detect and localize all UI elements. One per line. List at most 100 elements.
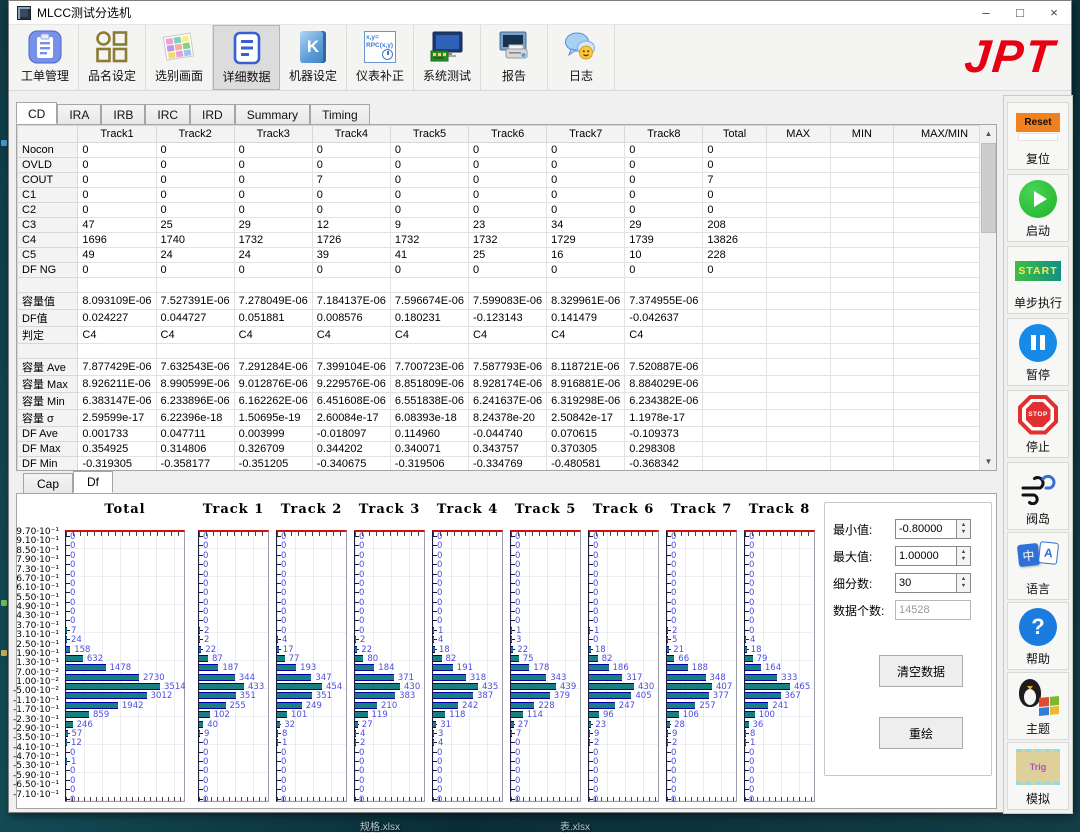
- bar: [277, 730, 278, 737]
- table-row: DF Min-0.319305-0.358177-0.351205-0.3406…: [18, 457, 996, 472]
- cell: 0: [78, 143, 156, 158]
- cell: [703, 457, 766, 472]
- tab-cap[interactable]: Cap: [23, 473, 73, 493]
- toolbar-button-log[interactable]: 日志: [548, 25, 615, 90]
- toolbar-button-report[interactable]: 报告: [481, 25, 548, 90]
- toolbar-button-detail-data[interactable]: 详细数据: [213, 25, 280, 90]
- cell: -0.319305: [78, 457, 156, 472]
- table-row: C54924243941251610228: [18, 248, 996, 263]
- bar: [66, 674, 139, 681]
- desktop-file-label[interactable]: 规格.xlsx: [360, 818, 400, 833]
- tab-irb[interactable]: IRB: [101, 104, 145, 124]
- simulate-button[interactable]: Trig 模拟: [1007, 742, 1069, 810]
- toolbar-button-system-test[interactable]: 系统测试: [414, 25, 481, 90]
- bar: [745, 730, 746, 737]
- cell: [234, 278, 312, 293]
- toolbar-button-work-order[interactable]: 工单管理: [12, 25, 79, 90]
- bar: [433, 739, 434, 746]
- cell: [625, 344, 703, 359]
- toolbar-button-product-setup[interactable]: 品名设定: [79, 25, 146, 90]
- cell: [703, 442, 766, 457]
- table-scrollbar[interactable]: ▲ ▼: [979, 125, 996, 470]
- max-value-spinner[interactable]: ▲▼: [957, 546, 971, 566]
- tab-cd[interactable]: CD: [16, 102, 57, 124]
- cell: 7.278049E-06: [234, 293, 312, 310]
- table-row: C2000000000: [18, 203, 996, 218]
- single-step-button[interactable]: START 单步执行: [1007, 246, 1069, 314]
- histogram-track-6: Track 6000000000010188218631743040524796…: [588, 502, 659, 804]
- toolbar-button-meter-correction[interactable]: x,y=RPC(x,y) 仪表补正: [347, 25, 414, 90]
- tab-df[interactable]: Df: [73, 471, 113, 493]
- cell: C4: [390, 327, 468, 344]
- tab-timing[interactable]: Timing: [310, 104, 370, 124]
- reset-button[interactable]: Reset 复位: [1007, 102, 1069, 170]
- histogram-track-3: Track 3000000000002228018437143038321011…: [354, 502, 425, 804]
- cell: 2.50842e-17: [547, 410, 625, 427]
- bins-input[interactable]: 30: [895, 573, 957, 593]
- theme-button[interactable]: 主题: [1007, 672, 1069, 740]
- valve-island-button[interactable]: 阀岛: [1007, 462, 1069, 530]
- histogram-track-5: Track 5000000000013227517834343937922811…: [510, 502, 581, 804]
- help-button[interactable]: ? 帮助: [1007, 602, 1069, 670]
- max-value-input[interactable]: 1.00000: [895, 546, 957, 566]
- desktop-file-label[interactable]: 表.xlsx: [560, 818, 590, 833]
- cell: 0: [469, 158, 547, 173]
- clear-data-button[interactable]: 清空数据: [879, 655, 963, 687]
- toolbar-button-machine-setup[interactable]: K 机器设定: [280, 25, 347, 90]
- scroll-down-arrow[interactable]: ▼: [980, 453, 997, 470]
- cell: [703, 310, 766, 327]
- row-label: [18, 278, 78, 293]
- toolbar: 工单管理 品名设定 选别画面 详细数据 K 机器设定: [9, 25, 1071, 91]
- cell: 8.118721E-06: [547, 359, 625, 376]
- minimize-button[interactable]: –: [969, 1, 1003, 24]
- theme-icon: [1008, 673, 1068, 720]
- stop-button[interactable]: STOP 停止: [1007, 390, 1069, 458]
- row-label: DF Max: [18, 442, 78, 457]
- cell: 0: [625, 203, 703, 218]
- cell: 0: [156, 203, 234, 218]
- cell: -0.351205: [234, 457, 312, 472]
- start-run-button[interactable]: 启动: [1007, 174, 1069, 242]
- tab-summary[interactable]: Summary: [235, 104, 310, 124]
- cell: 0.044727: [156, 310, 234, 327]
- bar: [589, 711, 599, 718]
- cell: 8.928174E-06: [469, 376, 547, 393]
- bar-value: 0: [281, 795, 286, 805]
- tab-ird[interactable]: IRD: [190, 104, 235, 124]
- cell: [766, 457, 830, 472]
- cell: [390, 278, 468, 293]
- bar: [277, 721, 280, 728]
- bar: [355, 683, 400, 690]
- title-bar[interactable]: MLCC测试分选机 – □ ×: [9, 1, 1071, 25]
- toolbar-button-sorting-screen[interactable]: 选别画面: [146, 25, 213, 90]
- cell: 0.354925: [78, 442, 156, 457]
- cell: 0: [469, 188, 547, 203]
- bar: [199, 664, 218, 671]
- cell: 0: [78, 173, 156, 188]
- redraw-button[interactable]: 重绘: [879, 717, 963, 749]
- bar: [433, 636, 434, 643]
- bins-spinner[interactable]: ▲▼: [957, 573, 971, 593]
- close-button[interactable]: ×: [1037, 1, 1071, 24]
- language-button[interactable]: 中A 语言: [1007, 532, 1069, 600]
- cell: C4: [625, 327, 703, 344]
- histogram-panel: 9.70·10⁻¹9.10·10⁻¹8.50·10⁻¹7.90·10⁻¹7.30…: [16, 493, 997, 809]
- tab-irc[interactable]: IRC: [145, 104, 190, 124]
- cell: -0.319506: [390, 457, 468, 472]
- desktop-icon-fragment: [1, 140, 7, 146]
- reset-icon: Reset: [1008, 103, 1068, 150]
- histogram-track-1: Track 1000000000022228718734443335125510…: [198, 502, 269, 804]
- histogram-track-2: Track 2000000000004177719334745435124910…: [276, 502, 347, 804]
- min-value-input[interactable]: -0.80000: [895, 519, 957, 539]
- maximize-button[interactable]: □: [1003, 1, 1037, 24]
- scrollbar-thumb[interactable]: [981, 143, 996, 233]
- scroll-up-arrow[interactable]: ▲: [980, 125, 997, 142]
- pause-button[interactable]: 暂停: [1007, 318, 1069, 386]
- cell: 0.343757: [469, 442, 547, 457]
- tab-ira[interactable]: IRA: [57, 104, 101, 124]
- cell: 0: [625, 158, 703, 173]
- cell: 0: [703, 263, 766, 278]
- cell: 0: [156, 158, 234, 173]
- min-value-spinner[interactable]: ▲▼: [957, 519, 971, 539]
- cell: 0: [312, 158, 390, 173]
